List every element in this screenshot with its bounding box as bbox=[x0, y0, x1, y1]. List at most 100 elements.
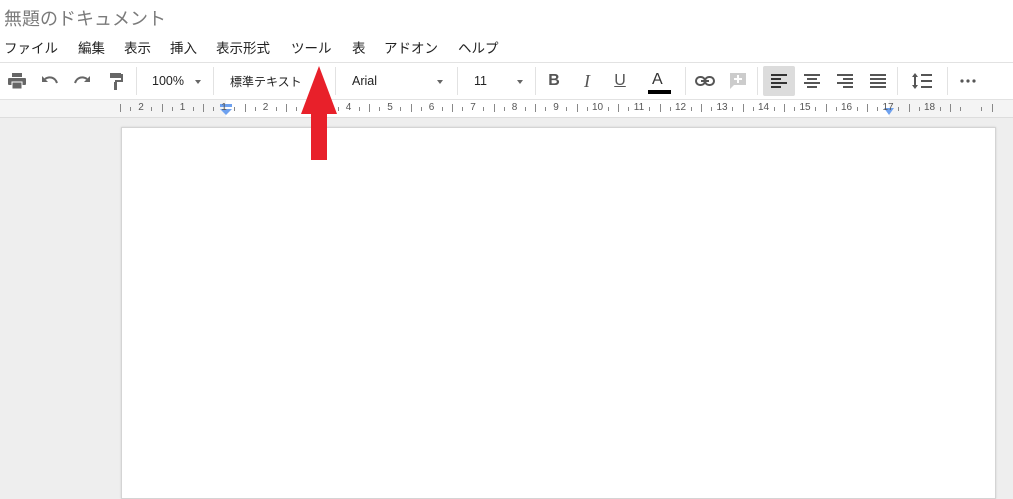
ruler-number: 2 bbox=[138, 102, 144, 113]
ruler-tick bbox=[379, 107, 380, 111]
ruler-tick bbox=[992, 104, 993, 112]
document-page[interactable] bbox=[121, 127, 996, 499]
ruler-number: 15 bbox=[799, 102, 811, 113]
ruler-tick bbox=[213, 107, 214, 111]
ruler-tick bbox=[608, 107, 609, 111]
ruler-tick bbox=[774, 107, 775, 111]
ruler-tick bbox=[421, 107, 422, 111]
menu-edit[interactable]: 編集 bbox=[78, 37, 105, 57]
paragraph-style-value: 標準テキスト bbox=[230, 74, 302, 89]
link-icon bbox=[695, 76, 715, 86]
text-color-swatch bbox=[648, 90, 671, 94]
chevron-down-icon bbox=[195, 80, 201, 84]
font-select[interactable]: Arial bbox=[344, 63, 450, 99]
ruler-tick bbox=[286, 104, 287, 112]
ruler-tick bbox=[452, 104, 453, 112]
toolbar-separator bbox=[947, 67, 948, 95]
ruler-tick bbox=[794, 107, 795, 111]
ruler-tick bbox=[369, 104, 370, 112]
underline-button[interactable]: U bbox=[608, 63, 632, 99]
menu-format[interactable]: 表示形式 bbox=[216, 37, 270, 57]
ruler-tick bbox=[898, 107, 899, 111]
menu-help[interactable]: ヘルプ bbox=[458, 37, 499, 57]
ruler-tick bbox=[815, 107, 816, 111]
text-color-button[interactable]: A bbox=[640, 63, 678, 99]
ruler-tick bbox=[359, 107, 360, 111]
chevron-down-icon bbox=[437, 80, 443, 84]
ruler-tick bbox=[400, 107, 401, 111]
document-title[interactable]: 無題のドキュメント bbox=[4, 5, 166, 31]
line-spacing-button[interactable] bbox=[903, 63, 941, 99]
italic-button[interactable]: I bbox=[575, 63, 599, 99]
menu-tools[interactable]: ツール bbox=[291, 37, 332, 57]
add-comment-button[interactable] bbox=[726, 63, 750, 99]
print-icon bbox=[8, 73, 26, 89]
ruler-tick bbox=[981, 107, 982, 111]
ruler-number: 17 bbox=[882, 102, 894, 113]
ruler-tick bbox=[462, 107, 463, 111]
align-right-button[interactable] bbox=[831, 63, 859, 99]
ruler-tick bbox=[867, 104, 868, 112]
toolbar: 100% 標準テキスト Arial 11 B I U A bbox=[0, 62, 1013, 100]
ruler-tick bbox=[836, 107, 837, 111]
menu-view[interactable]: 表示 bbox=[124, 37, 151, 57]
ruler-tick bbox=[618, 104, 619, 112]
ruler-tick bbox=[587, 107, 588, 111]
align-justify-icon bbox=[870, 74, 886, 88]
toolbar-separator bbox=[213, 67, 214, 95]
align-center-button[interactable] bbox=[798, 63, 826, 99]
ruler-tick bbox=[545, 107, 546, 111]
ruler-tick bbox=[628, 107, 629, 111]
horizontal-ruler[interactable]: 21123456789101112131415161718 bbox=[0, 100, 1013, 118]
ruler-number: 4 bbox=[345, 102, 352, 113]
ruler-tick bbox=[276, 107, 277, 111]
ruler-tick bbox=[826, 104, 827, 112]
ruler-tick bbox=[504, 107, 505, 111]
zoom-select[interactable]: 100% bbox=[146, 63, 206, 99]
ruler-tick bbox=[577, 104, 578, 112]
paint-format-button[interactable] bbox=[105, 63, 127, 99]
ruler-tick bbox=[494, 104, 495, 112]
menu-table[interactable]: 表 bbox=[352, 37, 366, 57]
ruler-tick bbox=[950, 104, 951, 112]
font-size-select[interactable]: 11 bbox=[466, 63, 528, 99]
redo-icon bbox=[74, 76, 90, 84]
ruler-tick bbox=[234, 107, 235, 111]
ruler-number: 14 bbox=[757, 102, 770, 113]
ruler-tick bbox=[732, 107, 733, 111]
ruler-tick bbox=[691, 107, 692, 111]
align-left-icon bbox=[771, 74, 787, 88]
ruler-tick bbox=[877, 107, 878, 111]
zoom-value: 100% bbox=[152, 74, 184, 88]
header-area: 無題のドキュメント ファイル 編集 表示 挿入 表示形式 ツール 表 アドオン … bbox=[0, 0, 1013, 62]
redo-button[interactable] bbox=[70, 63, 94, 99]
paint-format-icon bbox=[110, 73, 123, 90]
bold-button[interactable]: B bbox=[542, 63, 566, 99]
ruler-tick bbox=[120, 104, 121, 112]
undo-button[interactable] bbox=[38, 63, 62, 99]
ruler-number: 11 bbox=[633, 102, 645, 113]
toolbar-separator bbox=[685, 67, 686, 95]
toolbar-separator bbox=[897, 67, 898, 95]
menu-insert[interactable]: 挿入 bbox=[170, 37, 197, 57]
annotation-arrow bbox=[301, 66, 337, 160]
print-button[interactable] bbox=[4, 63, 30, 99]
underline-label: U bbox=[614, 72, 626, 89]
ruler-tick bbox=[660, 104, 661, 112]
italic-label: I bbox=[584, 70, 590, 91]
ruler-number: 18 bbox=[923, 102, 936, 113]
menu-addons[interactable]: アドオン bbox=[384, 37, 438, 57]
align-center-icon bbox=[804, 74, 820, 88]
ruler-tick bbox=[857, 107, 858, 111]
insert-link-button[interactable] bbox=[692, 63, 718, 99]
add-comment-icon bbox=[730, 73, 746, 89]
more-button[interactable] bbox=[955, 63, 981, 99]
text-color-label: A bbox=[652, 71, 663, 88]
align-left-button[interactable] bbox=[763, 63, 795, 99]
menu-file[interactable]: ファイル bbox=[4, 37, 58, 57]
ruler-tick bbox=[193, 107, 194, 111]
ruler-tick bbox=[162, 104, 163, 112]
ruler-number: 5 bbox=[387, 102, 393, 113]
ruler-tick bbox=[670, 107, 671, 111]
align-justify-button[interactable] bbox=[864, 63, 892, 99]
